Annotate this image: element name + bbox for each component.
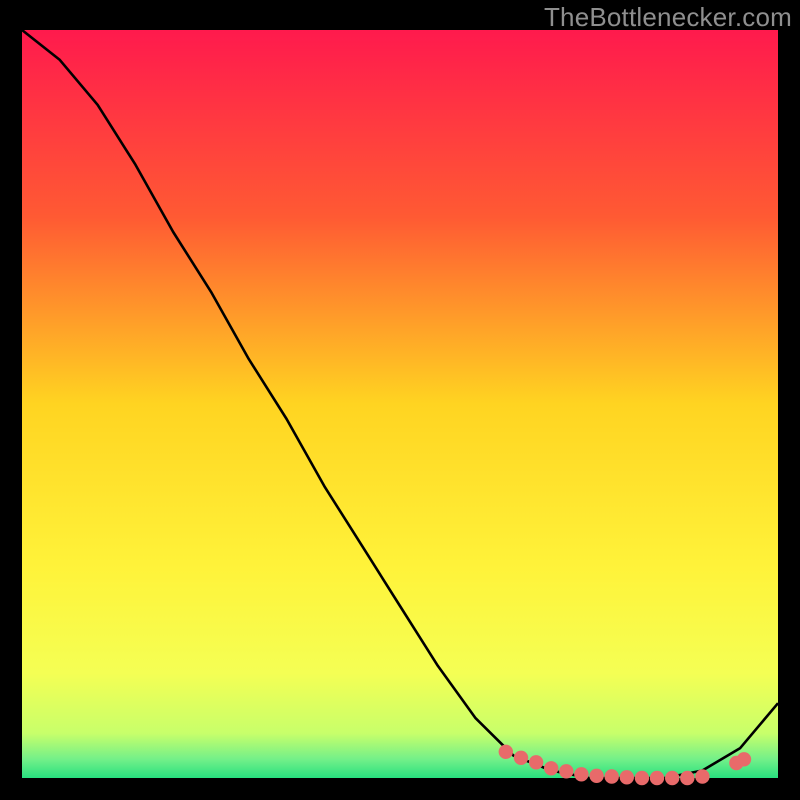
bottleneck-chart — [0, 0, 800, 800]
data-marker — [605, 769, 619, 783]
chart-container: TheBottlenecker.com — [0, 0, 800, 800]
data-marker — [635, 771, 649, 785]
data-marker — [514, 751, 528, 765]
chart-background — [22, 30, 778, 778]
data-marker — [574, 767, 588, 781]
data-marker — [650, 771, 664, 785]
data-marker — [589, 769, 603, 783]
data-marker — [737, 752, 751, 766]
watermark-text: TheBottlenecker.com — [544, 2, 792, 33]
data-marker — [620, 770, 634, 784]
data-marker — [665, 771, 679, 785]
data-marker — [559, 764, 573, 778]
data-marker — [544, 761, 558, 775]
data-marker — [529, 755, 543, 769]
data-marker — [499, 745, 513, 759]
data-marker — [695, 769, 709, 783]
data-marker — [680, 771, 694, 785]
